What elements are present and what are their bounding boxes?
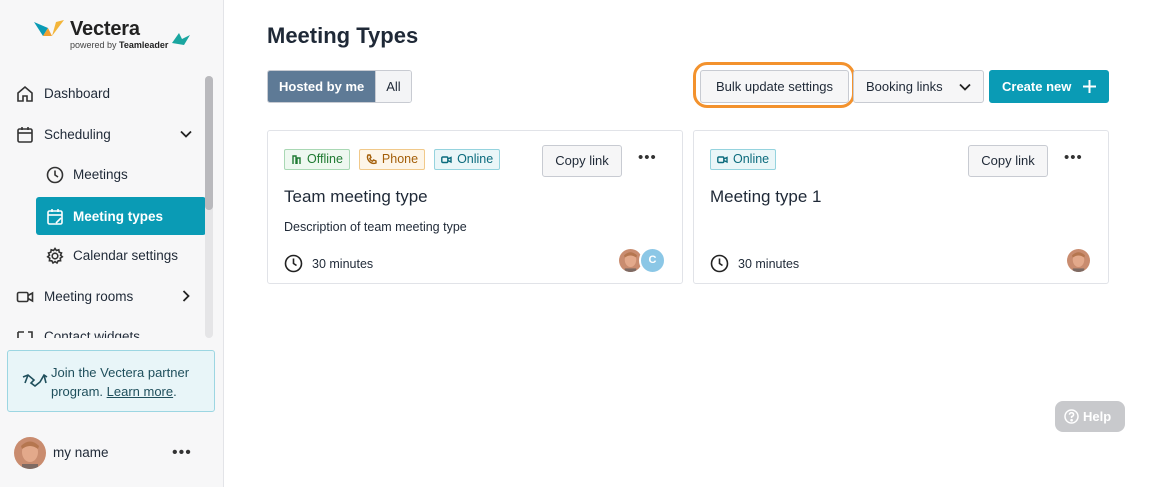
calendar-icon (17, 127, 33, 143)
more-options-icon[interactable]: ••• (638, 149, 657, 166)
tag-label: Phone (381, 152, 419, 166)
filter-all[interactable]: All (375, 71, 411, 102)
partner-program-banner: Join the Vectera partner program. Learn … (7, 350, 215, 412)
create-new-button[interactable]: Create new (989, 70, 1109, 103)
main-content: Meeting Types Hosted by me All Bulk upda… (224, 0, 1150, 487)
page-title: Meeting Types (267, 23, 419, 48)
partner-text-suffix: . (173, 384, 177, 399)
phone-icon (366, 154, 377, 165)
app-window: Vectera powered by Teamleader Dashboard … (0, 0, 1150, 487)
home-icon (17, 85, 33, 102)
location-tags: Offline Phone Online (284, 149, 501, 170)
video-icon (441, 156, 452, 164)
tag-label: Online (733, 152, 770, 166)
booking-links-label: Booking links (866, 79, 943, 94)
brand-name: Vectera (70, 18, 140, 40)
learn-more-link[interactable]: Learn more (107, 384, 173, 399)
powered-by: powered by Teamleader (70, 40, 168, 50)
powered-prefix: powered by (70, 40, 117, 50)
clock-icon (284, 254, 303, 273)
sidebar-scrollbar-thumb[interactable] (205, 76, 213, 210)
sidebar: Vectera powered by Teamleader Dashboard … (0, 0, 224, 487)
sidebar-item-label: Meeting rooms (44, 289, 134, 304)
sidebar-item-label: Calendar settings (73, 248, 179, 263)
tag-label: Online (457, 152, 494, 166)
avatar-initial: C (639, 247, 666, 274)
teamleader-mark-icon (172, 33, 190, 45)
host-filter-toggle: Hosted by me All (267, 70, 412, 103)
video-icon (16, 291, 34, 303)
user-name: my name (53, 445, 109, 460)
tag-label: Offline (307, 152, 343, 166)
sidebar-item-label: Dashboard (44, 86, 111, 101)
meeting-type-description: Description of team meeting type (284, 220, 467, 234)
chevron-right-icon (182, 290, 190, 302)
avatar (1065, 247, 1092, 274)
sidebar-item-calendar-settings[interactable]: Calendar settings (8, 236, 206, 274)
phone-tag: Phone (358, 149, 426, 170)
profile-more-icon[interactable]: ••• (172, 444, 192, 462)
gear-icon (46, 247, 64, 265)
sidebar-item-label: Contact widgets (44, 329, 141, 338)
copy-link-button[interactable]: Copy link (542, 145, 622, 177)
offline-tag: Offline (284, 149, 350, 170)
clock-icon (710, 254, 729, 273)
sidebar-item-label: Scheduling (44, 127, 111, 142)
location-tags: Online (710, 149, 777, 170)
sidebar-nav: Dashboard Scheduling Meetings Meeting ty… (0, 72, 212, 338)
vectera-logo-icon (34, 20, 64, 36)
sidebar-item-meetings[interactable]: Meetings (8, 155, 206, 193)
sidebar-item-label: Meetings (73, 167, 128, 182)
filter-hosted-by-me[interactable]: Hosted by me (268, 71, 376, 102)
bulk-update-settings-button[interactable]: Bulk update settings (700, 70, 849, 103)
handshake-icon (22, 373, 48, 388)
meeting-type-title: Meeting type 1 (710, 187, 822, 206)
user-profile[interactable]: my name ••• (14, 436, 214, 470)
sidebar-item-scheduling[interactable]: Scheduling (8, 115, 206, 153)
sidebar-item-meeting-types[interactable]: Meeting types (36, 197, 206, 235)
online-tag: Online (710, 149, 777, 170)
duration-text: 30 minutes (312, 257, 374, 271)
help-icon (1064, 409, 1079, 424)
meeting-type-title: Team meeting type (284, 187, 428, 206)
clock-icon (46, 166, 64, 184)
sidebar-item-contact-widgets[interactable]: Contact widgets (8, 317, 206, 338)
help-button[interactable]: Help (1055, 401, 1125, 432)
plus-icon (1083, 80, 1096, 93)
online-tag: Online (434, 149, 501, 170)
partner-text: Join the Vectera partner program. Learn … (51, 363, 211, 401)
meeting-type-card[interactable]: Online Copy link ••• Meeting type 1 30 m… (693, 130, 1109, 284)
duration-text: 30 minutes (738, 257, 800, 271)
avatar (14, 437, 46, 469)
booking-links-dropdown[interactable]: Booking links (853, 70, 984, 103)
calendar-edit-icon (47, 209, 63, 225)
widget-icon (17, 331, 33, 338)
help-label: Help (1083, 409, 1112, 424)
sidebar-item-meeting-rooms[interactable]: Meeting rooms (8, 277, 206, 315)
sidebar-item-dashboard[interactable]: Dashboard (8, 74, 206, 112)
chevron-down-icon (959, 83, 971, 91)
vectera-logo[interactable]: Vectera powered by Teamleader (34, 18, 194, 54)
offline-icon (292, 155, 301, 164)
create-new-label: Create new (1002, 79, 1072, 94)
copy-link-button[interactable]: Copy link (968, 145, 1048, 177)
sidebar-item-label: Meeting types (73, 209, 164, 224)
powered-brand: Teamleader (119, 40, 169, 50)
chevron-down-icon (180, 130, 192, 138)
meeting-type-card[interactable]: Offline Phone Online Copy link ••• Team … (267, 130, 683, 284)
video-icon (717, 156, 728, 164)
more-options-icon[interactable]: ••• (1064, 149, 1083, 166)
